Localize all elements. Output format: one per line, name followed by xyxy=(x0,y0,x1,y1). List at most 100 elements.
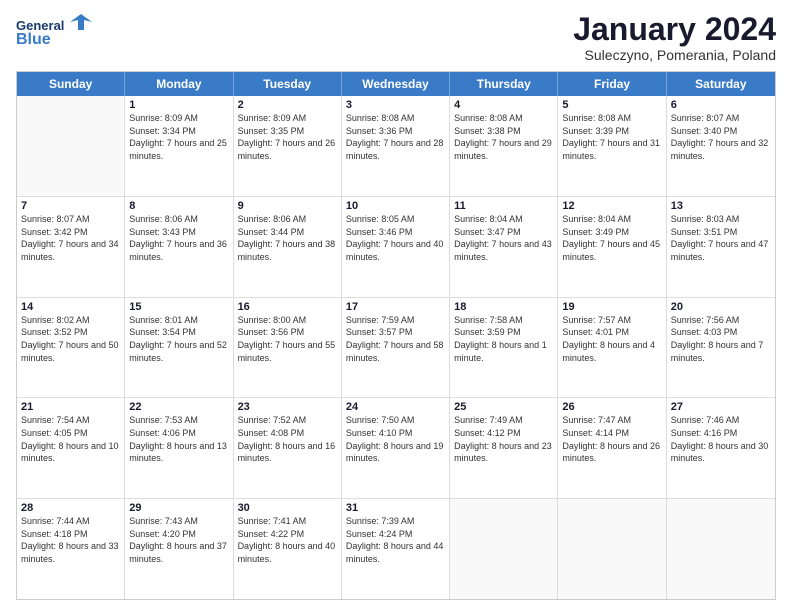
day-info: Sunrise: 8:07 AM Sunset: 3:42 PM Dayligh… xyxy=(21,213,120,263)
day-info: Sunrise: 8:08 AM Sunset: 3:39 PM Dayligh… xyxy=(562,112,661,162)
day-info: Sunrise: 8:07 AM Sunset: 3:40 PM Dayligh… xyxy=(671,112,771,162)
day-info: Sunrise: 7:39 AM Sunset: 4:24 PM Dayligh… xyxy=(346,515,445,565)
logo: General Blue xyxy=(16,12,92,49)
day-info: Sunrise: 7:44 AM Sunset: 4:18 PM Dayligh… xyxy=(21,515,120,565)
cell-w3-d7: 20Sunrise: 7:56 AM Sunset: 4:03 PM Dayli… xyxy=(667,298,775,398)
day-info: Sunrise: 7:49 AM Sunset: 4:12 PM Dayligh… xyxy=(454,414,553,464)
day-info: Sunrise: 8:08 AM Sunset: 3:36 PM Dayligh… xyxy=(346,112,445,162)
cell-w1-d4: 3Sunrise: 8:08 AM Sunset: 3:36 PM Daylig… xyxy=(342,96,450,196)
cell-w5-d5 xyxy=(450,499,558,599)
day-info: Sunrise: 7:50 AM Sunset: 4:10 PM Dayligh… xyxy=(346,414,445,464)
cell-w2-d6: 12Sunrise: 8:04 AM Sunset: 3:49 PM Dayli… xyxy=(558,197,666,297)
day-info: Sunrise: 8:03 AM Sunset: 3:51 PM Dayligh… xyxy=(671,213,771,263)
cell-w3-d5: 18Sunrise: 7:58 AM Sunset: 3:59 PM Dayli… xyxy=(450,298,558,398)
day-number: 6 xyxy=(671,99,771,111)
header: General Blue January 2024 Suleczyno, Pom… xyxy=(16,12,776,63)
day-number: 31 xyxy=(346,502,445,514)
day-number: 14 xyxy=(21,301,120,313)
cell-w5-d1: 28Sunrise: 7:44 AM Sunset: 4:18 PM Dayli… xyxy=(17,499,125,599)
cell-w2-d2: 8Sunrise: 8:06 AM Sunset: 3:43 PM Daylig… xyxy=(125,197,233,297)
calendar-body: 1Sunrise: 8:09 AM Sunset: 3:34 PM Daylig… xyxy=(17,96,775,599)
cell-w1-d6: 5Sunrise: 8:08 AM Sunset: 3:39 PM Daylig… xyxy=(558,96,666,196)
cell-w1-d7: 6Sunrise: 8:07 AM Sunset: 3:40 PM Daylig… xyxy=(667,96,775,196)
day-info: Sunrise: 7:46 AM Sunset: 4:16 PM Dayligh… xyxy=(671,414,771,464)
cell-w4-d2: 22Sunrise: 7:53 AM Sunset: 4:06 PM Dayli… xyxy=(125,398,233,498)
day-number: 16 xyxy=(238,301,337,313)
cell-w5-d2: 29Sunrise: 7:43 AM Sunset: 4:20 PM Dayli… xyxy=(125,499,233,599)
day-number: 25 xyxy=(454,401,553,413)
cell-w4-d7: 27Sunrise: 7:46 AM Sunset: 4:16 PM Dayli… xyxy=(667,398,775,498)
calendar-header: Sunday Monday Tuesday Wednesday Thursday… xyxy=(17,72,775,96)
day-info: Sunrise: 8:08 AM Sunset: 3:38 PM Dayligh… xyxy=(454,112,553,162)
day-number: 13 xyxy=(671,200,771,212)
cell-w3-d1: 14Sunrise: 8:02 AM Sunset: 3:52 PM Dayli… xyxy=(17,298,125,398)
cell-w5-d3: 30Sunrise: 7:41 AM Sunset: 4:22 PM Dayli… xyxy=(234,499,342,599)
day-number: 8 xyxy=(129,200,228,212)
day-info: Sunrise: 8:09 AM Sunset: 3:34 PM Dayligh… xyxy=(129,112,228,162)
cell-w2-d7: 13Sunrise: 8:03 AM Sunset: 3:51 PM Dayli… xyxy=(667,197,775,297)
col-monday: Monday xyxy=(125,72,233,96)
day-number: 19 xyxy=(562,301,661,313)
page: General Blue January 2024 Suleczyno, Pom… xyxy=(0,0,792,612)
week-row-4: 21Sunrise: 7:54 AM Sunset: 4:05 PM Dayli… xyxy=(17,398,775,499)
day-info: Sunrise: 7:52 AM Sunset: 4:08 PM Dayligh… xyxy=(238,414,337,464)
col-saturday: Saturday xyxy=(667,72,775,96)
cell-w3-d6: 19Sunrise: 7:57 AM Sunset: 4:01 PM Dayli… xyxy=(558,298,666,398)
day-number: 12 xyxy=(562,200,661,212)
cell-w2-d5: 11Sunrise: 8:04 AM Sunset: 3:47 PM Dayli… xyxy=(450,197,558,297)
day-number: 5 xyxy=(562,99,661,111)
col-thursday: Thursday xyxy=(450,72,558,96)
cell-w2-d1: 7Sunrise: 8:07 AM Sunset: 3:42 PM Daylig… xyxy=(17,197,125,297)
day-info: Sunrise: 7:57 AM Sunset: 4:01 PM Dayligh… xyxy=(562,314,661,364)
day-number: 24 xyxy=(346,401,445,413)
col-sunday: Sunday xyxy=(17,72,125,96)
day-number: 9 xyxy=(238,200,337,212)
day-info: Sunrise: 8:09 AM Sunset: 3:35 PM Dayligh… xyxy=(238,112,337,162)
cell-w1-d5: 4Sunrise: 8:08 AM Sunset: 3:38 PM Daylig… xyxy=(450,96,558,196)
day-info: Sunrise: 7:47 AM Sunset: 4:14 PM Dayligh… xyxy=(562,414,661,464)
cell-w4-d6: 26Sunrise: 7:47 AM Sunset: 4:14 PM Dayli… xyxy=(558,398,666,498)
day-number: 18 xyxy=(454,301,553,313)
page-title: January 2024 xyxy=(573,12,776,47)
day-number: 15 xyxy=(129,301,228,313)
col-tuesday: Tuesday xyxy=(234,72,342,96)
day-info: Sunrise: 8:01 AM Sunset: 3:54 PM Dayligh… xyxy=(129,314,228,364)
cell-w3-d4: 17Sunrise: 7:59 AM Sunset: 3:57 PM Dayli… xyxy=(342,298,450,398)
day-info: Sunrise: 8:05 AM Sunset: 3:46 PM Dayligh… xyxy=(346,213,445,263)
day-number: 27 xyxy=(671,401,771,413)
day-number: 3 xyxy=(346,99,445,111)
week-row-5: 28Sunrise: 7:44 AM Sunset: 4:18 PM Dayli… xyxy=(17,499,775,599)
day-info: Sunrise: 7:59 AM Sunset: 3:57 PM Dayligh… xyxy=(346,314,445,364)
day-info: Sunrise: 7:53 AM Sunset: 4:06 PM Dayligh… xyxy=(129,414,228,464)
cell-w3-d2: 15Sunrise: 8:01 AM Sunset: 3:54 PM Dayli… xyxy=(125,298,233,398)
day-number: 7 xyxy=(21,200,120,212)
day-info: Sunrise: 8:06 AM Sunset: 3:44 PM Dayligh… xyxy=(238,213,337,263)
cell-w3-d3: 16Sunrise: 8:00 AM Sunset: 3:56 PM Dayli… xyxy=(234,298,342,398)
week-row-3: 14Sunrise: 8:02 AM Sunset: 3:52 PM Dayli… xyxy=(17,298,775,399)
day-info: Sunrise: 8:04 AM Sunset: 3:49 PM Dayligh… xyxy=(562,213,661,263)
page-subtitle: Suleczyno, Pomerania, Poland xyxy=(573,47,776,63)
day-info: Sunrise: 7:58 AM Sunset: 3:59 PM Dayligh… xyxy=(454,314,553,364)
day-number: 21 xyxy=(21,401,120,413)
calendar: Sunday Monday Tuesday Wednesday Thursday… xyxy=(16,71,776,600)
week-row-1: 1Sunrise: 8:09 AM Sunset: 3:34 PM Daylig… xyxy=(17,96,775,197)
week-row-2: 7Sunrise: 8:07 AM Sunset: 3:42 PM Daylig… xyxy=(17,197,775,298)
day-number: 11 xyxy=(454,200,553,212)
cell-w4-d5: 25Sunrise: 7:49 AM Sunset: 4:12 PM Dayli… xyxy=(450,398,558,498)
cell-w5-d6 xyxy=(558,499,666,599)
cell-w4-d1: 21Sunrise: 7:54 AM Sunset: 4:05 PM Dayli… xyxy=(17,398,125,498)
day-number: 4 xyxy=(454,99,553,111)
cell-w2-d3: 9Sunrise: 8:06 AM Sunset: 3:44 PM Daylig… xyxy=(234,197,342,297)
day-info: Sunrise: 7:41 AM Sunset: 4:22 PM Dayligh… xyxy=(238,515,337,565)
col-friday: Friday xyxy=(558,72,666,96)
cell-w4-d4: 24Sunrise: 7:50 AM Sunset: 4:10 PM Dayli… xyxy=(342,398,450,498)
day-number: 10 xyxy=(346,200,445,212)
logo-bird-icon xyxy=(70,12,92,30)
day-info: Sunrise: 8:02 AM Sunset: 3:52 PM Dayligh… xyxy=(21,314,120,364)
day-info: Sunrise: 7:43 AM Sunset: 4:20 PM Dayligh… xyxy=(129,515,228,565)
day-number: 20 xyxy=(671,301,771,313)
day-info: Sunrise: 8:06 AM Sunset: 3:43 PM Dayligh… xyxy=(129,213,228,263)
cell-w4-d3: 23Sunrise: 7:52 AM Sunset: 4:08 PM Dayli… xyxy=(234,398,342,498)
day-number: 28 xyxy=(21,502,120,514)
cell-w1-d2: 1Sunrise: 8:09 AM Sunset: 3:34 PM Daylig… xyxy=(125,96,233,196)
